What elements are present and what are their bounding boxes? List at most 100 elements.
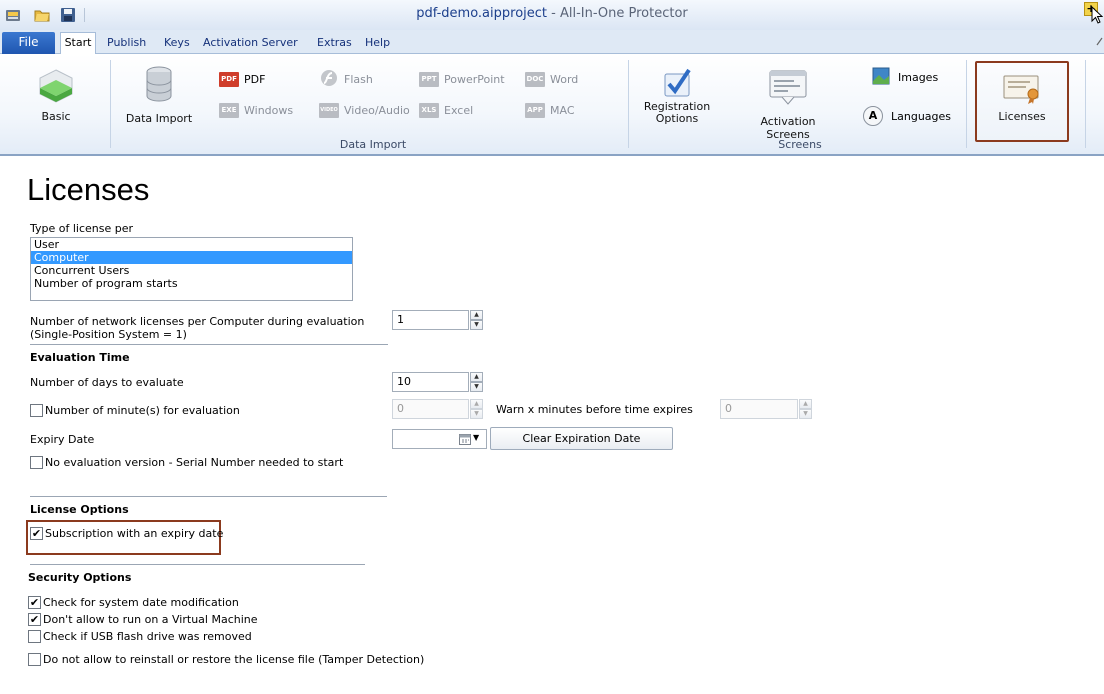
spin-down-icon[interactable]: ▼ bbox=[470, 409, 483, 419]
license-type-listbox[interactable]: User Computer Concurrent Users Number of… bbox=[30, 237, 353, 301]
days-evaluate-value[interactable]: 10 bbox=[392, 372, 469, 392]
data-import-label: Data Import bbox=[125, 112, 193, 125]
format-windows[interactable]: EXE Windows bbox=[219, 100, 293, 120]
checkbox-box[interactable] bbox=[28, 652, 41, 666]
basic-label: Basic bbox=[41, 110, 71, 123]
checkbox-box[interactable]: ✔ bbox=[28, 612, 41, 626]
system-date-checkbox[interactable]: ✔ Check for system date modification bbox=[28, 594, 239, 610]
languages-icon: A bbox=[863, 106, 883, 126]
checkbox-box[interactable] bbox=[30, 403, 43, 417]
tab-keys[interactable]: Keys bbox=[164, 34, 190, 54]
network-licenses-stepper[interactable]: 1 ▲ ▼ bbox=[392, 310, 483, 330]
virtual-machine-label: Don't allow to run on a Virtual Machine bbox=[43, 612, 258, 626]
format-label: Windows bbox=[244, 103, 294, 117]
network-licenses-value[interactable]: 1 bbox=[392, 310, 469, 330]
minutes-evaluation-value[interactable]: 0 bbox=[392, 399, 469, 419]
activation-screens-button[interactable]: Activation Screens bbox=[740, 68, 836, 141]
tab-help[interactable]: Help bbox=[365, 34, 390, 54]
languages-label: Languages bbox=[891, 109, 952, 123]
list-item-concurrent-users[interactable]: Concurrent Users bbox=[31, 264, 352, 277]
languages-button[interactable]: A Languages bbox=[863, 106, 951, 126]
data-import-button[interactable]: Data Import bbox=[125, 64, 193, 132]
format-label: PowerPoint bbox=[444, 72, 505, 86]
format-video-audio[interactable]: VIDEO Video/Audio bbox=[319, 100, 410, 120]
tab-activation-server[interactable]: Activation Server bbox=[203, 34, 298, 54]
group-label-data-import: Data Import bbox=[339, 138, 407, 151]
usb-flash-checkbox[interactable]: Check if USB flash drive was removed bbox=[28, 628, 252, 644]
security-options-header: Security Options bbox=[28, 571, 132, 584]
tab-publish[interactable]: Publish bbox=[107, 34, 146, 54]
window-title: pdf-demo.aipproject - All-In-One Protect… bbox=[0, 6, 1104, 21]
no-evaluation-checkbox[interactable]: No evaluation version - Serial Number ne… bbox=[30, 454, 343, 470]
list-item-user[interactable]: User bbox=[31, 238, 352, 251]
warn-minutes-label: Warn x minutes before time expires bbox=[496, 403, 693, 416]
days-evaluate-stepper[interactable]: 10 ▲ ▼ bbox=[392, 372, 483, 392]
subscription-checkbox[interactable]: ✔ Subscription with an expiry date bbox=[30, 525, 223, 541]
divider bbox=[30, 496, 387, 497]
format-mac[interactable]: APP MAC bbox=[525, 100, 578, 120]
expiry-date-picker[interactable]: ▼ bbox=[392, 429, 487, 449]
checkbox-box[interactable]: ✔ bbox=[30, 526, 43, 540]
clear-expiration-date-button[interactable]: Clear Expiration Date bbox=[490, 427, 673, 450]
warn-minutes-value[interactable]: 0 bbox=[720, 399, 798, 419]
ribbon-separator bbox=[628, 60, 629, 148]
spin-up-icon[interactable]: ▲ bbox=[470, 310, 483, 320]
spin-up-icon[interactable]: ▲ bbox=[470, 372, 483, 382]
checkbox-box[interactable]: ✔ bbox=[28, 595, 41, 609]
images-icon bbox=[872, 67, 890, 88]
spin-down-icon[interactable]: ▼ bbox=[470, 382, 483, 392]
spin-down-icon[interactable]: ▼ bbox=[470, 320, 483, 330]
video-icon: VIDEO bbox=[319, 102, 339, 118]
ribbon-minimize-icon[interactable] bbox=[1096, 36, 1104, 49]
checkbox-box[interactable] bbox=[28, 629, 41, 643]
tab-extras[interactable]: Extras bbox=[317, 34, 352, 54]
license-options-header: License Options bbox=[30, 503, 129, 516]
ribbon-separator bbox=[110, 60, 111, 148]
no-evaluation-label: No evaluation version - Serial Number ne… bbox=[45, 455, 344, 469]
format-column-1: PDF PDF EXE Windows bbox=[219, 69, 293, 120]
spin-up-icon[interactable]: ▲ bbox=[799, 399, 812, 409]
checkbox-box[interactable] bbox=[30, 455, 43, 469]
pdf-icon: PDF bbox=[219, 71, 239, 87]
images-button[interactable]: Images bbox=[872, 67, 938, 87]
licenses-button[interactable]: Licenses bbox=[975, 61, 1069, 142]
format-word[interactable]: DOC Word bbox=[525, 69, 578, 89]
calendar-icon[interactable] bbox=[459, 433, 471, 448]
format-excel[interactable]: XLS Excel bbox=[419, 100, 505, 120]
spin-down-icon[interactable]: ▼ bbox=[799, 409, 812, 419]
list-item-computer[interactable]: Computer bbox=[31, 251, 352, 264]
usb-flash-label: Check if USB flash drive was removed bbox=[43, 629, 252, 643]
tamper-detection-checkbox[interactable]: Do not allow to reinstall or restore the… bbox=[28, 651, 424, 667]
warn-minutes-stepper[interactable]: 0 ▲ ▼ bbox=[720, 399, 812, 419]
registration-options-button[interactable]: Registration Options bbox=[640, 66, 714, 132]
minutes-evaluation-stepper[interactable]: 0 ▲ ▼ bbox=[392, 399, 483, 419]
page-title: Licenses bbox=[27, 172, 150, 207]
tab-start[interactable]: Start bbox=[60, 32, 96, 55]
licenses-label: Licenses bbox=[998, 110, 1046, 123]
project-file-name: pdf-demo.aipproject bbox=[416, 6, 547, 21]
flash-icon bbox=[319, 69, 339, 90]
images-label: Images bbox=[898, 70, 939, 84]
format-flash[interactable]: Flash bbox=[319, 69, 410, 89]
file-menu-tab[interactable]: File bbox=[2, 32, 55, 54]
registration-checkmark-icon bbox=[662, 66, 692, 98]
list-item-program-starts[interactable]: Number of program starts bbox=[31, 277, 352, 290]
database-icon bbox=[144, 66, 174, 104]
tamper-detection-label: Do not allow to reinstall or restore the… bbox=[43, 652, 425, 666]
format-pdf[interactable]: PDF PDF bbox=[219, 69, 293, 89]
format-powerpoint[interactable]: PPT PowerPoint bbox=[419, 69, 505, 89]
spin-up-icon[interactable]: ▲ bbox=[470, 399, 483, 409]
minutes-evaluation-checkbox[interactable]: Number of minute(s) for evaluation bbox=[30, 402, 240, 418]
dropdown-arrow-icon[interactable]: ▼ bbox=[473, 433, 479, 442]
basic-button[interactable]: Basic bbox=[20, 60, 92, 130]
evaluation-time-header: Evaluation Time bbox=[30, 351, 130, 364]
virtual-machine-checkbox[interactable]: ✔ Don't allow to run on a Virtual Machin… bbox=[28, 611, 258, 627]
format-column-2: Flash VIDEO Video/Audio bbox=[319, 69, 410, 120]
group-label-screens: Screens bbox=[778, 138, 822, 151]
network-licenses-label-line1: Number of network licenses per Computer … bbox=[30, 315, 365, 328]
network-licenses-label: Number of network licenses per Computer … bbox=[30, 315, 364, 341]
system-date-label: Check for system date modification bbox=[43, 595, 239, 609]
ppt-icon: PPT bbox=[419, 71, 439, 87]
format-label: Flash bbox=[344, 72, 373, 86]
format-label: MAC bbox=[550, 103, 575, 117]
